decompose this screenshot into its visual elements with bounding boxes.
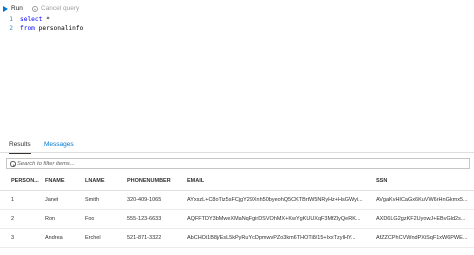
cell-personid: 2 [11,216,15,222]
cell-personid: 3 [11,235,15,241]
search-input[interactable] [17,160,447,167]
sql-text: personalinfo [34,25,84,32]
cell-phonenumber: 320-409-1065 [127,197,162,203]
table-row[interactable]: 3 Andrea Erchel 521-871-3322 AbCHOi1B8j/… [0,229,474,248]
grid-header-row: PERSON... FNAME LNAME PHONENUMBER EMAIL … [0,172,474,191]
cell-lname: Foo [85,216,95,222]
sql-editor[interactable]: 1 select * 2 from personalinfo [0,15,474,38]
cancel-query-label: Cancel query [41,5,80,12]
cancel-query-button[interactable]: Cancel query [32,2,79,15]
table-row[interactable]: 2 Ron Foo 555-123-6633 AQFFTDY3bMweXMaNq… [0,210,474,229]
cell-lname: Smith [85,197,100,203]
cell-fname: Andrea [45,235,63,241]
line-number: 1 [9,16,13,23]
results-tabs: Results Messages [0,139,474,154]
search-box [6,158,470,169]
code-line: from personalinfo [20,25,83,32]
sql-keyword: select [20,16,43,23]
column-header-lname[interactable]: LNAME [85,178,105,184]
column-header-ssn[interactable]: SSN [376,178,387,184]
cell-email: AYxszL+C8oTiz5sFCjgY29Xnh50byeohQ5CKTBrt… [187,197,363,203]
run-label: Run [11,5,23,12]
column-header-personid[interactable]: PERSON... [11,178,39,184]
cell-phonenumber: 555-123-6633 [127,216,162,222]
query-editor-window: Run Cancel query 1 select * 2 from perso… [0,0,474,255]
cancel-icon [32,5,38,12]
cell-fname: Janet [45,197,59,203]
column-header-email[interactable]: EMAIL [187,178,204,184]
sql-text: * [42,16,50,23]
play-icon [3,5,8,12]
column-header-fname[interactable]: FNAME [45,178,65,184]
cell-lname: Erchel [85,235,101,241]
cell-phonenumber: 521-871-3322 [127,235,162,241]
run-button[interactable]: Run [3,2,23,15]
cell-ssn: AVgaKvHICaGx6KuVW6rHnGkmx5... [376,197,468,203]
code-line: select * [20,16,50,23]
cell-ssn: AfZZCPhCVWndPXiSqF1xW6PWE... [376,235,468,241]
cell-ssn: AXD6LG2gzKF2UyowJ+EBvGld2s... [376,216,466,222]
cell-personid: 1 [11,197,15,203]
table-row[interactable]: 1 Janet Smith 320-409-1065 AYxszL+C8oTiz… [0,191,474,210]
column-header-phonenumber[interactable]: PHONENUMBER [127,178,171,184]
results-grid: PERSON... FNAME LNAME PHONENUMBER EMAIL … [0,172,474,255]
query-toolbar: Run Cancel query [0,0,474,13]
line-number: 2 [9,25,13,32]
cell-email: AQFFTDY3bMweXMaNqFgirDSVOhMX+KwYgKUUXqF3… [187,216,361,222]
cell-email: AbCHOi1B8j/EsL5kPyRuYcDpmwvPZo3km6THOTi8… [187,235,356,241]
tab-results[interactable]: Results [9,141,31,154]
sql-keyword: from [20,25,35,32]
cell-fname: Ron [45,216,56,222]
tab-messages[interactable]: Messages [44,141,74,153]
search-icon [10,161,16,167]
